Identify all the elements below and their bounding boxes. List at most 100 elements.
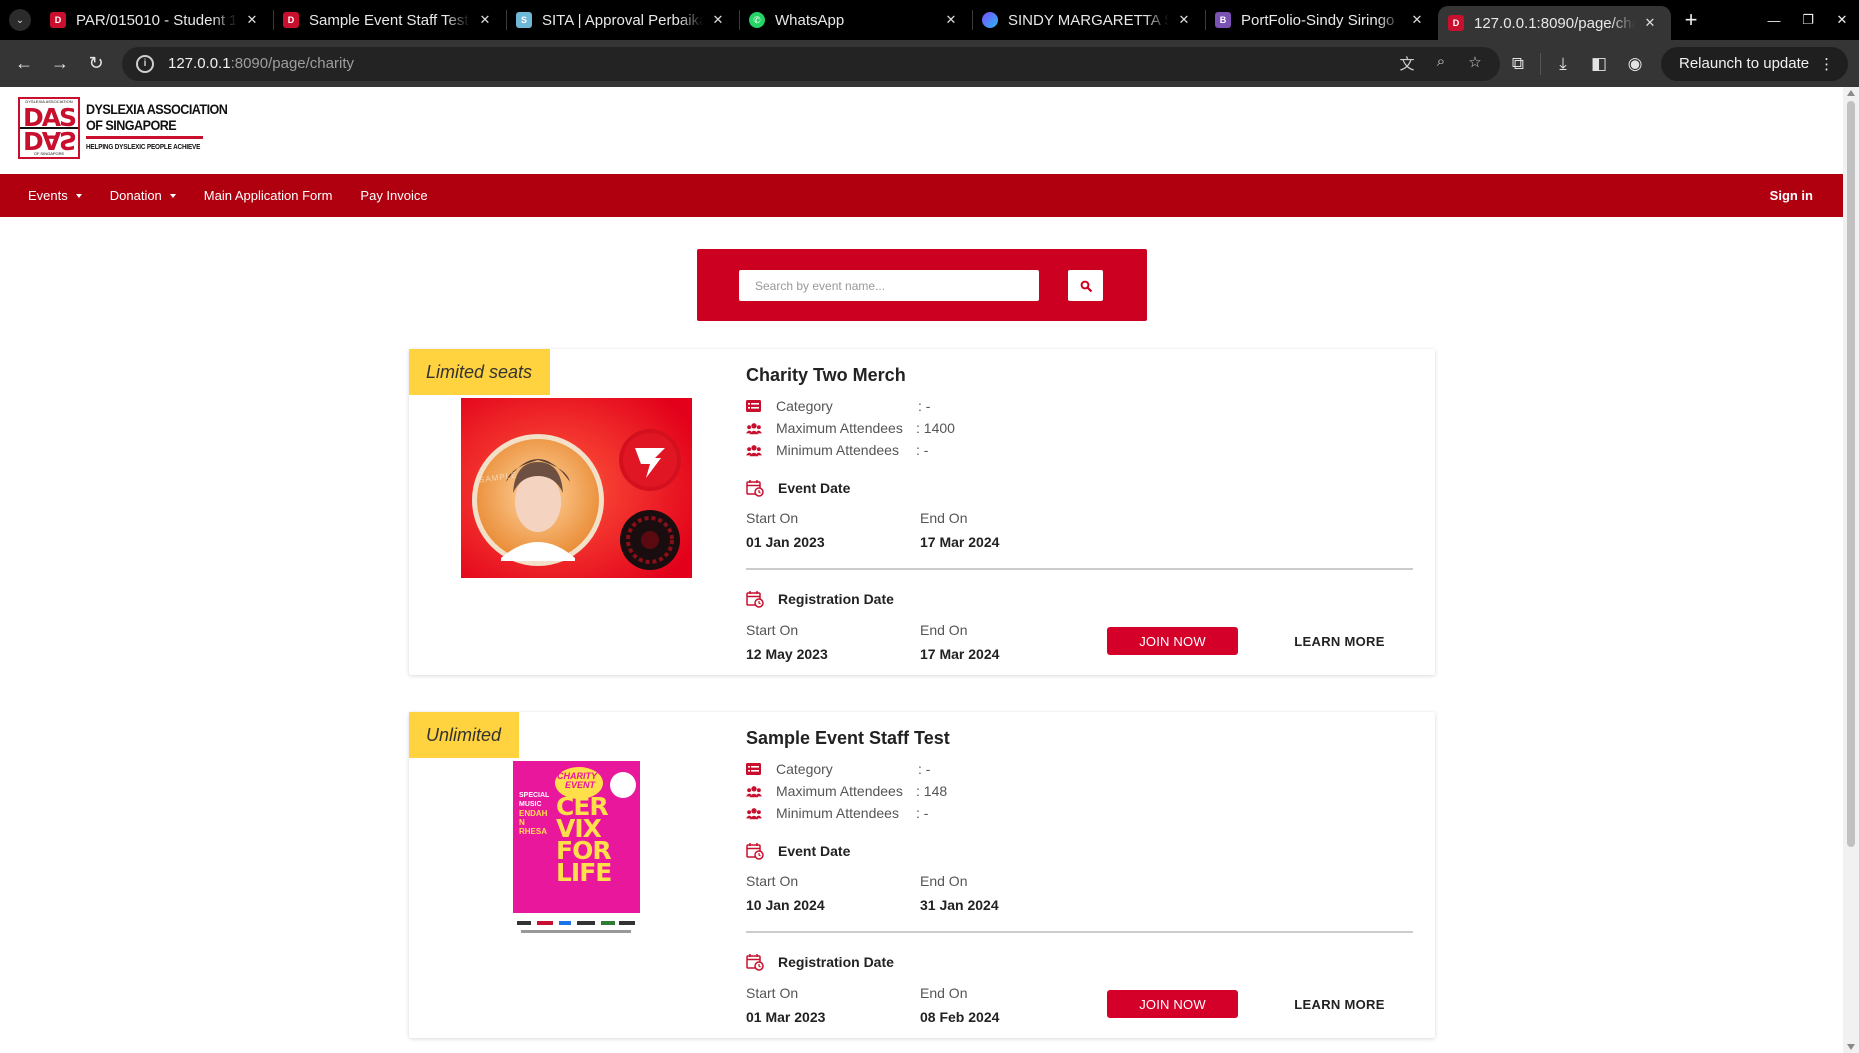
reload-button[interactable]: ↻	[78, 46, 114, 82]
back-button[interactable]: ←	[6, 46, 42, 82]
tab-search-button[interactable]: ⌄	[0, 0, 40, 40]
minimize-icon[interactable]: —	[1757, 13, 1791, 28]
calendar-clock-icon	[746, 590, 764, 608]
browser-tab-active[interactable]: D 127.0.0.1:8090/page/charity ✕	[1438, 6, 1671, 40]
learn-more-button[interactable]: LEARN MORE	[1274, 990, 1405, 1018]
join-now-button[interactable]: JOIN NOW	[1107, 990, 1238, 1018]
event-date-label: Event Date	[778, 843, 851, 859]
registration-date-heading: Registration Date	[746, 590, 894, 608]
arrow-left-icon: ←	[15, 53, 33, 73]
nav-main-application-form[interactable]: Main Application Form	[204, 188, 333, 203]
end-on-label: End On	[920, 985, 968, 1001]
poster-side-text: SPECIAL MUSIC ENDAH N RHESA	[519, 792, 550, 836]
side-panel-icon[interactable]: ◧	[1581, 54, 1617, 74]
logo-tagline: HELPING DYSLEXIC PEOPLE ACHIEVE	[86, 142, 201, 151]
star-icon[interactable]: ☆	[1464, 53, 1486, 74]
close-icon[interactable]: ✕	[1175, 12, 1193, 28]
registration-date-label: Registration Date	[778, 954, 894, 970]
zoom-icon[interactable]: ⌕	[1430, 53, 1452, 74]
page-scrollbar[interactable]	[1843, 87, 1859, 1053]
close-icon[interactable]: ✕	[709, 12, 727, 28]
new-tab-button[interactable]: +	[1671, 0, 1711, 40]
start-on-label: Start On	[746, 985, 799, 1001]
translate-icon[interactable]: 文	[1396, 53, 1418, 74]
scrollbar-thumb[interactable]	[1847, 101, 1855, 847]
start-on-label: Start On	[746, 510, 799, 526]
close-icon[interactable]: ✕	[476, 12, 494, 28]
nav-events[interactable]: Events	[28, 188, 82, 203]
browser-tab[interactable]: B PortFolio-Sindy Siringo ✕	[1205, 0, 1438, 40]
nav-donation[interactable]: Donation	[110, 188, 176, 203]
min-attendees-label: Minimum Attendees	[776, 442, 899, 458]
category-row: Category : -	[746, 759, 930, 779]
event-end: End On 31 Jan 2024	[920, 873, 999, 913]
browser-tab[interactable]: S SITA | Approval Perbaikan ✕	[506, 0, 739, 40]
card-divider	[746, 931, 1413, 933]
search-button[interactable]	[1068, 270, 1103, 301]
category-row: Category : -	[746, 396, 930, 416]
poster-headline: CER VIX FOR LIFE	[556, 792, 612, 887]
close-icon[interactable]: ✕	[243, 12, 261, 28]
bootstrap-icon: B	[1215, 12, 1231, 28]
extensions-icon[interactable]: ⧉	[1500, 54, 1536, 74]
end-on-label: End On	[920, 873, 968, 889]
browser-tab-bar: ⌄ D PAR/015010 - Student 1st ✕ D Sample …	[0, 0, 1859, 40]
browser-tab[interactable]: D PAR/015010 - Student 1st ✕	[40, 0, 273, 40]
download-icon[interactable]: ⤓	[1545, 54, 1581, 74]
browser-tab[interactable]: D Sample Event Staff Test ✕	[273, 0, 506, 40]
event-date-label: Event Date	[778, 480, 851, 496]
whatsapp-icon: ✆	[749, 12, 765, 28]
tab-title: Sample Event Staff Test	[309, 11, 469, 29]
close-icon[interactable]: ✕	[1408, 12, 1426, 28]
learn-more-button[interactable]: LEARN MORE	[1274, 627, 1405, 655]
address-bar[interactable]: i 127.0.0.1:8090/page/charity 文 ⌕ ☆	[122, 46, 1500, 81]
event-image[interactable]	[461, 398, 692, 578]
logo-rule	[86, 136, 203, 139]
search-icon	[1080, 280, 1092, 292]
reload-icon: ↻	[88, 53, 104, 73]
scroll-down-arrow-icon[interactable]	[1847, 1044, 1855, 1050]
sign-in-link[interactable]: Sign in	[1770, 188, 1813, 203]
calendar-clock-icon	[746, 842, 764, 860]
event-end-date: 17 Mar 2024	[920, 534, 1000, 550]
tab-title: PAR/015010 - Student 1st	[76, 11, 237, 29]
url-path: :8090/page/charity	[230, 55, 354, 72]
category-value: : -	[918, 761, 931, 777]
min-attendees-row: Minimum Attendees : -	[746, 440, 928, 460]
scroll-up-arrow-icon[interactable]	[1847, 90, 1855, 96]
tab-title: 127.0.0.1:8090/page/charity	[1474, 14, 1635, 32]
close-icon[interactable]: ✕	[1641, 15, 1659, 31]
web-page: DYSLEXIA ASSOCIATION DAS DAS OF SINGAPOR…	[0, 87, 1843, 1053]
close-icon[interactable]: ✕	[942, 12, 960, 28]
join-now-button[interactable]: JOIN NOW	[1107, 627, 1238, 655]
info-icon[interactable]: i	[136, 54, 154, 73]
registration-date-label: Registration Date	[778, 591, 894, 607]
list-icon	[746, 400, 762, 412]
search-input[interactable]	[739, 270, 1039, 301]
registration-end: End On 08 Feb 2024	[920, 985, 999, 1025]
toolbar-separator	[1540, 52, 1541, 75]
event-image[interactable]: CHARITY EVENT CER VIX FOR LIFE SPECIAL MU…	[513, 761, 640, 941]
availability-badge: Limited seats	[409, 349, 551, 395]
restore-icon[interactable]: ❐	[1791, 12, 1825, 28]
browser-tab[interactable]: SINDY MARGARETTA SIRINGO ✕	[972, 0, 1205, 40]
event-end-date: 31 Jan 2024	[920, 897, 999, 913]
max-attendees-label: Maximum Attendees	[776, 420, 903, 436]
logo-text: DYSLEXIA ASSOCIATION OF SINGAPORE HELPIN…	[86, 101, 243, 151]
nav-events-label: Events	[28, 188, 68, 203]
address-bar-actions: 文 ⌕ ☆	[1396, 53, 1486, 74]
forward-button[interactable]: →	[42, 46, 78, 82]
registration-start: Start On 12 May 2023	[746, 622, 828, 662]
event-start: Start On 01 Jan 2023	[746, 510, 825, 550]
das-logo[interactable]: DYSLEXIA ASSOCIATION DAS DAS OF SINGAPOR…	[18, 97, 243, 159]
tab-title: SINDY MARGARETTA SIRINGO	[1008, 11, 1169, 29]
logo-line-1: DYSLEXIA ASSOCIATION	[86, 101, 228, 117]
min-attendees-value: : -	[916, 805, 929, 821]
nav-pay-invoice[interactable]: Pay Invoice	[360, 188, 427, 203]
event-date-heading: Event Date	[746, 479, 850, 497]
profile-avatar-icon[interactable]: ◉	[1617, 54, 1653, 74]
main-navbar: Events Donation Main Application Form Pa…	[0, 174, 1843, 217]
browser-tab[interactable]: ✆ WhatsApp ✕	[739, 0, 972, 40]
relaunch-button[interactable]: Relaunch to update ⋮	[1661, 46, 1849, 81]
close-window-icon[interactable]: ✕	[1825, 12, 1859, 28]
